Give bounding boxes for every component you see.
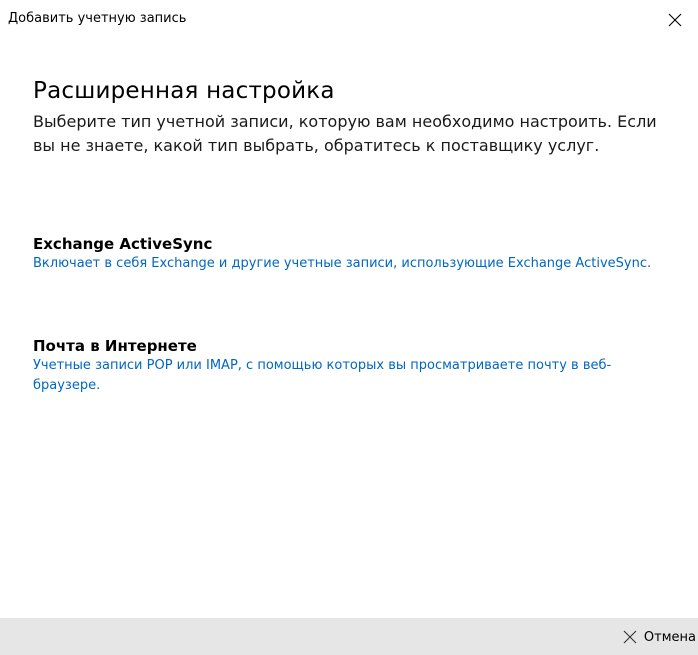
option-internet-email[interactable]: Почта в Интернете Учетные записи POP или…: [33, 336, 683, 396]
close-icon: [623, 630, 637, 644]
option-description: Учетные записи POP или IMAP, с помощью к…: [33, 358, 612, 393]
cancel-button[interactable]: Отмена: [623, 624, 696, 650]
window-title: Добавить учетную запись: [8, 11, 187, 26]
cancel-label: Отмена: [643, 629, 696, 645]
footer-bar: Отмена: [0, 618, 698, 655]
page-description: Выберите тип учетной записи, которую вам…: [33, 112, 657, 155]
page-title: Расширенная настройка: [33, 78, 335, 104]
close-button[interactable]: [652, 0, 698, 40]
option-title: Почта в Интернете: [33, 337, 197, 355]
main-content: Расширенная настройка Выберите тип учетн…: [33, 78, 683, 158]
option-title: Exchange ActiveSync: [33, 235, 213, 253]
title-bar: Добавить учетную запись: [0, 0, 698, 40]
option-description: Включает в себя Exchange и другие учетны…: [33, 256, 652, 271]
close-icon: [668, 13, 682, 27]
option-exchange-activesync[interactable]: Exchange ActiveSync Включает в себя Exch…: [33, 234, 683, 274]
dialog-window: Добавить учетную запись Расширенная наст…: [0, 0, 698, 655]
